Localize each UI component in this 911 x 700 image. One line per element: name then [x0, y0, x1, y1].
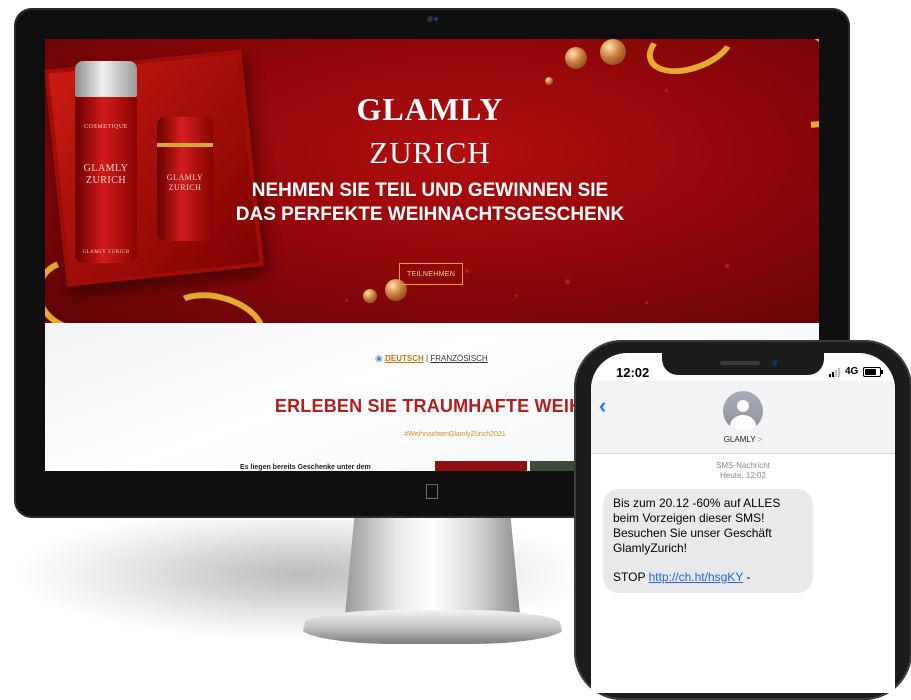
- sparkle-decoration: [665, 89, 668, 92]
- brand-name-line1: GLAMLY: [356, 91, 504, 127]
- message-link[interactable]: http://ch.ht/hsgKY: [649, 570, 744, 584]
- intro-paragraph: Es liegen bereits Geschenke unter dem: [240, 464, 371, 471]
- phone-notch: [662, 353, 824, 375]
- hero-banner: COSMETIQUE GLAMLY ZURICH GLAMLY ZURICH G…: [45, 39, 819, 323]
- chevron-right-icon: >: [757, 435, 763, 444]
- message-stop-line: STOP http://ch.ht/hsgKY -: [613, 570, 803, 585]
- sparkle-decoration: [465, 269, 469, 273]
- language-switcher: ◉ DEUTSCH | FRANZÖSISCH: [375, 353, 495, 364]
- front-camera-icon: [772, 360, 778, 366]
- sparkle-decoration: [645, 301, 648, 304]
- message-timestamp: Heute, 12:02: [720, 471, 766, 480]
- message-line: Bis zum 20.12 -60% auf ALLES: [613, 496, 781, 510]
- speaker-icon: [720, 361, 760, 365]
- network-type: 4G: [845, 366, 859, 377]
- language-separator: |: [426, 354, 429, 363]
- apple-icon: : [421, 481, 443, 503]
- contact-avatar-icon[interactable]: [723, 391, 763, 431]
- link-suffix: -: [746, 570, 751, 584]
- gold-ribbon: [158, 281, 274, 323]
- sparkle-decoration: [345, 299, 348, 302]
- hero-headline: NEHMEN SIE TEIL UND GEWINNEN SIE DAS PER…: [205, 179, 655, 227]
- contact-name[interactable]: GLAMLY >: [693, 435, 793, 444]
- stop-label: STOP: [613, 570, 646, 584]
- gold-ornament: [565, 47, 587, 69]
- brand-name-line2: ZURICH: [369, 135, 491, 170]
- globe-icon: ◉: [375, 353, 383, 363]
- sparkle-decoration: [515, 294, 518, 297]
- sparkle-decoration: [565, 279, 570, 284]
- sms-screen: 12:02 4G ‹ GLAMLY > SMS-Nachricht Heute,…: [591, 353, 895, 693]
- gold-ornament: [545, 77, 553, 85]
- monitor-stand: [345, 505, 520, 615]
- contact-name-label: GLAMLY: [723, 435, 756, 444]
- language-link-german[interactable]: DEUTSCH: [385, 354, 424, 363]
- signal-icon: [829, 367, 841, 377]
- message-line: GlamlyZurich!: [613, 541, 688, 555]
- gold-ornament: [363, 289, 377, 303]
- battery-icon: [863, 367, 883, 377]
- bottle-label-bottom: GLAMLY ZURICH: [82, 250, 130, 255]
- thumbnail-image[interactable]: [435, 461, 527, 471]
- hero-headline-line2: DAS PERFEKTE WEIHNACHTSGESCHENK: [235, 204, 625, 225]
- gold-ornament: [600, 39, 626, 65]
- sms-message-bubble: Bis zum 20.12 -60% auf ALLES beim Vorzei…: [603, 489, 813, 593]
- status-bar-time: 12:02: [616, 365, 650, 380]
- message-type-label: SMS-Nachricht: [716, 461, 770, 470]
- bottle-label-small: GLAMLY ZURICH: [166, 173, 204, 192]
- sparkle-decoration: [725, 264, 729, 268]
- gold-ribbon: [638, 39, 744, 86]
- webcam-icon: [427, 16, 433, 22]
- bottle-label-large: GLAMLY ZURICH: [83, 163, 129, 186]
- message-line: beim Vorzeigen dieser SMS!: [613, 511, 765, 525]
- message-meta: SMS-Nachricht Heute, 12:02: [671, 461, 815, 481]
- hashtag-text: #WeihnachtenGlamlyZürich2021: [404, 431, 506, 438]
- monitor-stand-base: [300, 610, 565, 644]
- bottle-label-top: COSMETIQUE: [84, 124, 128, 130]
- perfume-bottle-small-cap: [157, 117, 213, 147]
- perfume-bottle-cap: [75, 61, 137, 97]
- back-chevron-icon[interactable]: ‹: [599, 393, 606, 419]
- hero-headline-line1: NEHMEN SIE TEIL UND GEWINNEN SIE: [251, 180, 609, 201]
- participate-button[interactable]: TEILNEHMEN: [399, 263, 463, 285]
- message-line: Besuchen Sie unser Geschäft: [613, 526, 772, 540]
- gold-ribbon: [719, 39, 819, 150]
- language-link-french[interactable]: FRANZÖSISCH: [430, 354, 487, 363]
